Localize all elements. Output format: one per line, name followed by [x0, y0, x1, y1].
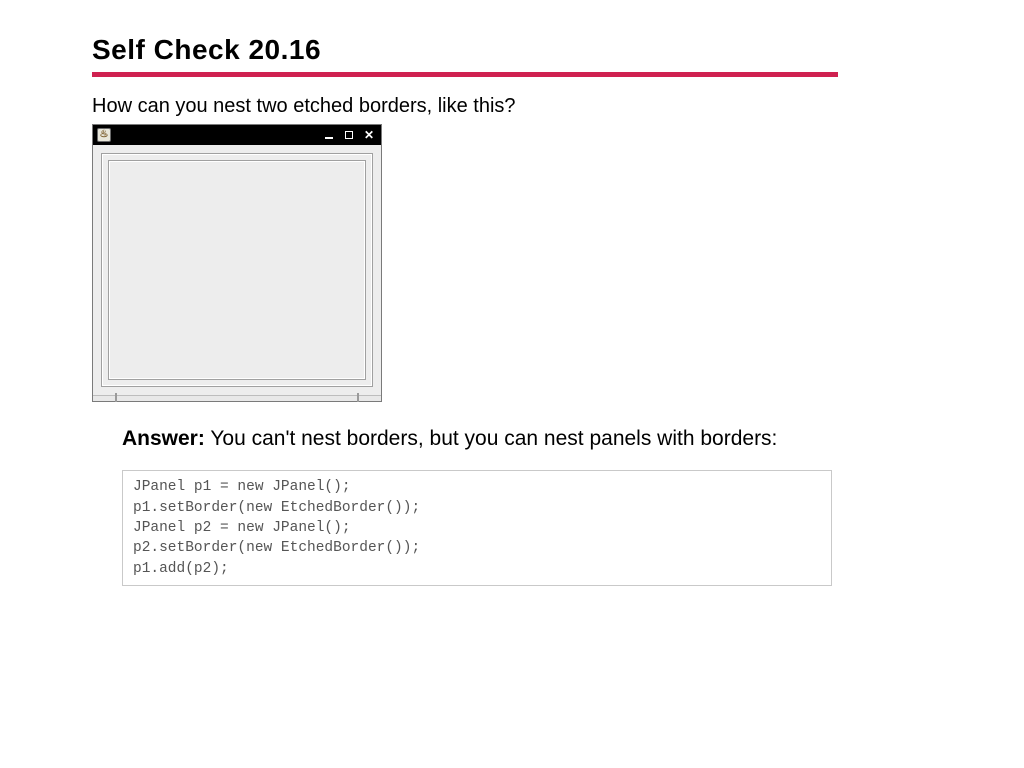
- outer-etched-panel: [101, 153, 373, 387]
- code-snippet: JPanel p1 = new JPanel(); p1.setBorder(n…: [122, 470, 832, 585]
- slide-page: Self Check 20.16 How can you nest two et…: [0, 0, 1024, 586]
- inner-etched-panel: [108, 160, 366, 380]
- window-client-area: [93, 145, 381, 395]
- window-footer: [93, 395, 381, 401]
- java-icon: ♨: [97, 128, 111, 142]
- question-text: How can you nest two etched borders, lik…: [92, 95, 932, 118]
- answer-label: Answer:: [122, 427, 205, 450]
- maximize-icon[interactable]: [341, 128, 357, 142]
- titlebar: ♨ ✕: [93, 125, 381, 145]
- page-title: Self Check 20.16: [92, 34, 932, 66]
- title-rule: [92, 72, 838, 77]
- close-icon[interactable]: ✕: [361, 128, 377, 142]
- minimize-icon[interactable]: [321, 128, 337, 142]
- example-window: ♨ ✕: [92, 124, 382, 402]
- answer-paragraph: Answer: You can't nest borders, but you …: [122, 424, 822, 454]
- answer-text: You can't nest borders, but you can nest…: [205, 427, 778, 450]
